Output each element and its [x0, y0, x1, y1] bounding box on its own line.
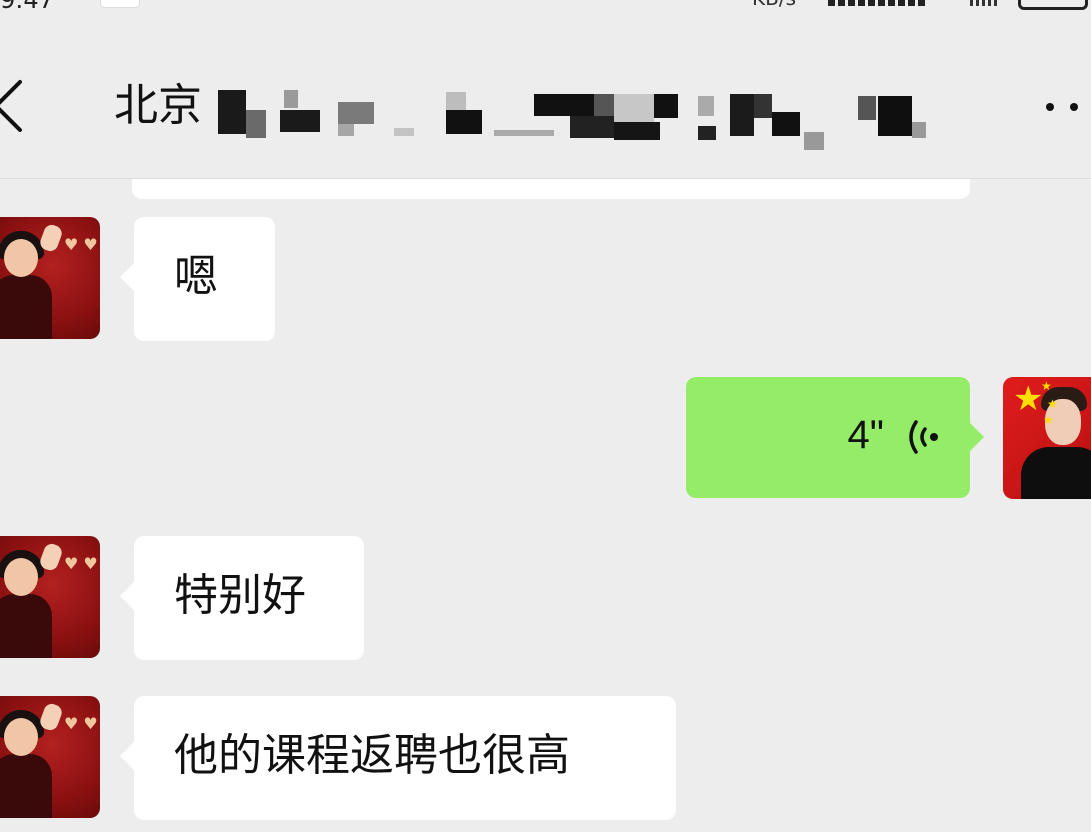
message-bubble-incoming[interactable]: 他的课程返聘也很高: [120, 696, 676, 820]
network-speed: KB/s: [752, 0, 796, 10]
contact-avatar[interactable]: ♥ ♥: [0, 696, 100, 818]
message-bubble-incoming[interactable]: 特别好: [120, 536, 364, 660]
flag-star-icon: ★: [1013, 379, 1044, 419]
chat-header: 北京: [0, 10, 1091, 179]
notification-icon: [100, 0, 140, 8]
signal-icon: [828, 0, 928, 6]
voice-duration: 4": [847, 413, 884, 457]
voice-message-bubble[interactable]: 4": [686, 377, 984, 498]
status-time: 9:47: [0, 0, 54, 10]
more-dots-icon: [1046, 103, 1054, 111]
chat-title: 北京: [114, 80, 202, 131]
message-text: 特别好: [174, 570, 306, 621]
contact-avatar[interactable]: ♥ ♥: [0, 536, 100, 658]
title-redaction-mosaic: [218, 76, 938, 150]
contact-avatar[interactable]: ♥ ♥: [0, 217, 100, 339]
self-avatar[interactable]: ★ ★ ★ ★: [1003, 377, 1091, 499]
message-text: 他的课程返聘也很高: [174, 730, 570, 781]
voice-wave-icon: [909, 420, 938, 454]
status-bar: 9:47 KB/s: [0, 0, 1091, 10]
back-button[interactable]: [0, 70, 50, 140]
more-options-button[interactable]: [1040, 92, 1091, 122]
message-bubble-incoming[interactable]: 嗯: [120, 217, 275, 341]
battery-icon: [1018, 0, 1088, 10]
previous-message-bubble[interactable]: [132, 179, 970, 199]
chevron-left-icon: [0, 80, 22, 132]
wifi-icon: [970, 0, 1000, 6]
message-list[interactable]: ♥ ♥ 嗯 4" ★ ★ ★ ★ ♥ ♥ 特别好 ♥ ♥ 他的课程返聘也很高: [0, 179, 1091, 832]
message-text: 嗯: [174, 251, 218, 302]
